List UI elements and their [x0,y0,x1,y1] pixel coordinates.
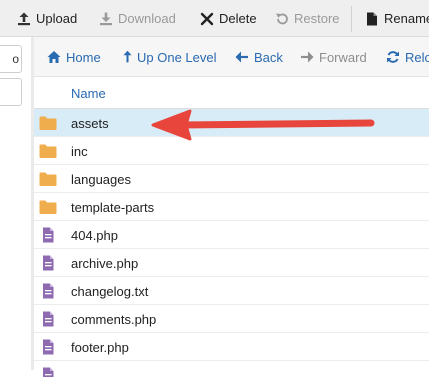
item-name: languages [71,172,131,187]
arrow-left-icon [235,51,248,63]
list-item[interactable]: comments.php [34,305,429,333]
file-manager-toolbar: Upload Download Delete Restore Rename [0,0,429,37]
upload-label: Upload [36,11,78,26]
navigation-bar: Home Up One Level Back Forward Relo [34,37,429,77]
delete-label: Delete [219,11,257,26]
back-label: Back [254,49,283,65]
item-name: comments.php [71,312,157,327]
item-name: footer.php [71,340,129,355]
list-item[interactable]: template-parts [34,193,429,221]
item-name: changelog.txt [71,284,149,299]
upload-button[interactable]: Upload [17,0,77,37]
path-input-text: o [12,52,19,66]
folder-icon [39,199,57,215]
file-icon [43,283,54,299]
rename-button[interactable]: Rename [365,0,429,37]
folder-icon [39,116,57,130]
name-column-label: Name [71,86,106,101]
file-icon [39,227,57,243]
forward-label: Forward [319,49,367,65]
file-icon [39,311,57,327]
restore-label: Restore [294,11,340,26]
rename-label: Rename [384,11,429,26]
download-icon [100,12,112,25]
file-icon [43,339,54,355]
folder-icon [39,200,57,214]
restore-button[interactable]: Restore [275,0,340,37]
file-list: assets inc languages template-parts 404.… [34,109,429,377]
file-icon [43,255,54,271]
file-icon [39,339,57,355]
file-icon [39,283,57,299]
folder-icon [39,143,57,159]
file-icon [43,311,54,327]
item-name: inc [71,144,88,159]
list-item[interactable]: languages [34,165,429,193]
home-button[interactable]: Home [47,37,101,77]
restore-icon [276,13,288,24]
back-button[interactable]: Back [235,37,283,77]
delete-button[interactable]: Delete [200,0,257,37]
home-icon [47,51,61,63]
list-item[interactable]: archive.php [34,249,429,277]
file-icon [367,12,377,25]
file-icon [39,367,57,377]
list-item-partial[interactable] [34,361,429,377]
up-one-level-label: Up One Level [137,49,217,65]
folder-icon [39,115,57,131]
level-up-icon [123,50,132,63]
list-item[interactable]: changelog.txt [34,277,429,305]
file-icon [43,227,54,243]
upload-icon [18,12,30,25]
file-icon [39,255,57,271]
left-pane: o [0,37,32,370]
list-item[interactable]: 404.php [34,221,429,249]
reload-label: Relo [405,49,429,65]
path-input[interactable]: o [0,45,22,73]
reload-icon [387,51,399,63]
item-name: assets [71,116,109,131]
download-label: Download [118,11,176,26]
file-icon [43,367,54,377]
item-name: archive.php [71,256,139,271]
folder-icon [39,144,57,158]
item-name: 404.php [71,228,118,243]
folder-icon [39,172,57,186]
home-label: Home [66,49,101,65]
up-one-level-button[interactable]: Up One Level [123,37,217,77]
tree-field[interactable] [0,78,22,106]
folder-icon [39,171,57,187]
reload-button[interactable]: Relo [386,37,429,77]
item-name: template-parts [71,200,155,215]
delete-icon [200,12,214,25]
toolbar-separator [351,6,352,32]
list-item[interactable]: footer.php [34,333,429,361]
forward-button[interactable]: Forward [300,37,367,77]
arrow-right-icon [301,51,314,63]
annotation-arrow [151,109,375,141]
download-button[interactable]: Download [99,0,176,37]
